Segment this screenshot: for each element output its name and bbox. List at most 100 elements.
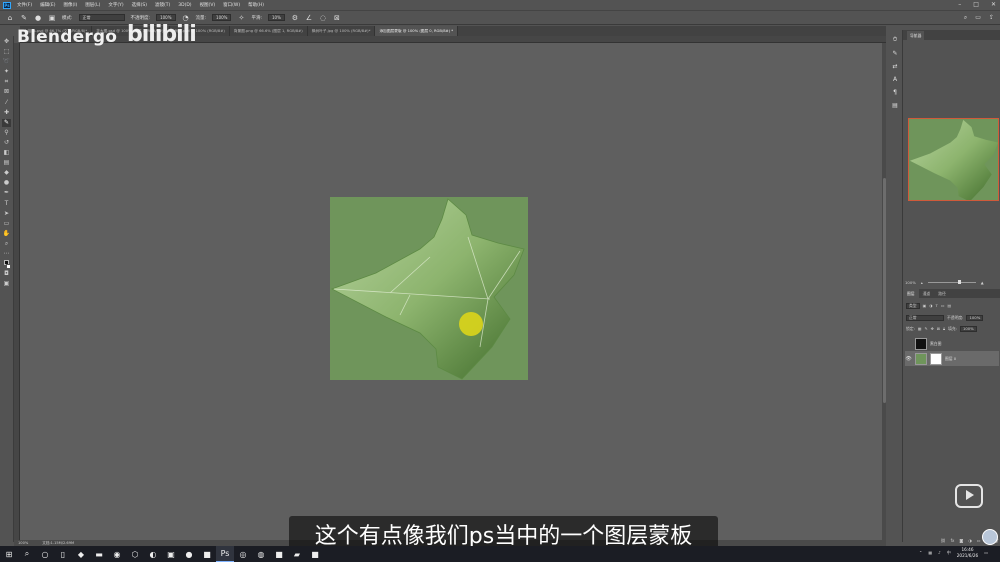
magic-wand-tool-icon[interactable]: ✦	[2, 68, 11, 77]
blur-tool-icon[interactable]: ◆	[2, 169, 11, 178]
navigator-zoom-slider[interactable]	[927, 280, 976, 284]
search-icon[interactable]: ⌕	[18, 546, 36, 562]
brush-tool-icon[interactable]: ✎	[20, 14, 28, 22]
status-zoom[interactable]: 100%	[18, 541, 28, 545]
menu-file[interactable]: 文件(F)	[17, 2, 32, 8]
tab-layers[interactable]: 图层	[903, 289, 919, 298]
brush-settings-icon[interactable]: ▣	[48, 14, 56, 22]
zoom-tool-icon[interactable]: ⌕	[2, 240, 11, 249]
search-icon[interactable]: ⌕	[964, 14, 967, 22]
menu-window[interactable]: 窗口(W)	[223, 2, 240, 8]
zoom-slider-knob[interactable]	[957, 280, 961, 284]
lasso-tool-icon[interactable]: ➰	[2, 58, 11, 67]
notification-icon[interactable]: ▭	[984, 550, 988, 555]
path-selection-tool-icon[interactable]: ➤	[2, 210, 11, 219]
taskbar-clock[interactable]: 16:46 2021/6/26	[957, 547, 978, 558]
blend-mode-select[interactable]: 正常	[906, 314, 944, 321]
home-icon[interactable]: ⌂	[6, 14, 14, 22]
new-group-icon[interactable]: ▭	[977, 538, 981, 544]
dodge-tool-icon[interactable]: ●	[2, 179, 11, 188]
maximize-icon[interactable]: □	[973, 0, 979, 10]
menu-filter[interactable]: 滤镜(T)	[155, 2, 170, 8]
close-icon[interactable]: ✕	[991, 0, 996, 10]
canvas-vertical-scrollbar[interactable]	[882, 43, 886, 540]
eyedropper-tool-icon[interactable]: ⁄	[2, 99, 11, 108]
screen-mode-icon[interactable]: ▣	[2, 280, 11, 289]
type-tool-icon[interactable]: T	[2, 200, 11, 209]
airbrush-icon[interactable]: ✧	[237, 14, 245, 22]
filter-adjust-icon[interactable]: ◑	[929, 303, 932, 308]
cortana-icon[interactable]: ○	[36, 546, 54, 562]
navigator-zoom-value[interactable]: 100%	[905, 280, 916, 285]
blender-icon[interactable]: ◐	[144, 546, 162, 562]
properties-panel-icon[interactable]: ▤	[892, 102, 898, 109]
menu-3d[interactable]: 3D(D)	[178, 3, 191, 8]
history-panel-icon[interactable]: ⏱	[893, 36, 898, 44]
workspace-icon[interactable]: ▭	[975, 14, 981, 22]
app-icon-2[interactable]: ⬡	[126, 546, 144, 562]
layer-mask-thumbnail[interactable]	[930, 352, 942, 365]
scrollbar-thumb[interactable]	[882, 178, 886, 403]
tray-chevron-icon[interactable]: ⌃	[919, 550, 922, 555]
photoshop-taskbar-icon[interactable]: Ps	[216, 546, 234, 562]
mode-select[interactable]: 正常	[78, 14, 125, 21]
zoom-in-icon[interactable]: ▲	[981, 280, 984, 285]
filter-shape-icon[interactable]: ▭	[941, 303, 945, 308]
layer-item-layer0[interactable]: 👁︎ 图层 0	[905, 351, 999, 366]
menu-help[interactable]: 帮助(H)	[248, 2, 264, 8]
brush-tool-icon-active[interactable]: ✎	[2, 118, 11, 128]
filter-smart-icon[interactable]: ▤	[947, 303, 951, 308]
angle-icon[interactable]: ∠	[305, 14, 313, 22]
zoom-out-icon[interactable]: ▴	[921, 280, 923, 285]
document-canvas[interactable]	[330, 197, 528, 380]
wechat-icon[interactable]: ◍	[252, 546, 270, 562]
lock-pixels-icon[interactable]: ▦	[918, 326, 922, 331]
symmetry-icon[interactable]: ⊠	[333, 14, 341, 22]
navigator-tab[interactable]: 导航器	[907, 31, 925, 40]
hand-tool-icon[interactable]: ✋	[2, 230, 11, 239]
menu-layer[interactable]: 图层(L)	[85, 2, 100, 8]
lock-position-icon[interactable]: ✥	[931, 326, 934, 331]
flow-field[interactable]: 100%	[212, 14, 232, 21]
menu-image[interactable]: 图像(I)	[63, 2, 77, 8]
chrome-icon[interactable]: ◉	[108, 546, 126, 562]
marquee-tool-icon[interactable]: ⬚	[2, 48, 11, 57]
layer-opacity-field[interactable]: 100%	[966, 314, 984, 321]
filter-pixel-icon[interactable]: ▣	[923, 303, 927, 308]
tab-paths[interactable]: 路径	[934, 289, 950, 298]
menu-edit[interactable]: 编辑(E)	[40, 2, 55, 8]
layer-kind-filter[interactable]: 类型	[906, 302, 920, 309]
volume-icon[interactable]: ♪	[938, 550, 941, 555]
navigator-thumbnail[interactable]	[908, 118, 999, 201]
app-icon-9[interactable]: ■	[306, 546, 324, 562]
app-icon-1[interactable]: ◆	[72, 546, 90, 562]
adjustment-layer-icon[interactable]: ◑	[968, 538, 972, 544]
pen-tool-icon[interactable]: ✒	[2, 189, 11, 198]
app-icon-8[interactable]: ▰	[288, 546, 306, 562]
lock-all-icon[interactable]: 🔒︎	[943, 326, 945, 331]
file-explorer-icon[interactable]: ▬	[90, 546, 108, 562]
input-method-icon[interactable]: 中	[947, 550, 951, 556]
tab-channels[interactable]: 通道	[919, 289, 935, 298]
background-color-swatch[interactable]	[6, 263, 11, 269]
rectangle-tool-icon[interactable]: ▭	[2, 220, 11, 229]
brush-settings-panel-icon[interactable]: ✎	[892, 50, 897, 57]
crop-tool-icon[interactable]: ⌗	[2, 78, 11, 87]
add-mask-icon[interactable]: ◙	[959, 538, 963, 544]
app-icon-5[interactable]: ■	[198, 546, 216, 562]
app-icon-4[interactable]: ●	[180, 546, 198, 562]
app-icon-6[interactable]: ◎	[234, 546, 252, 562]
photoshop-logo-icon[interactable]: Ps	[3, 1, 11, 9]
tab-doc-4[interactable]: 背景图.png @ 66.6% (图层 1, RGB/8#)	[230, 26, 308, 36]
adjustments-panel-icon[interactable]: ⇄	[892, 63, 897, 70]
share-icon[interactable]: ⇪	[989, 14, 994, 22]
minimize-icon[interactable]: –	[958, 0, 961, 10]
tab-doc-active[interactable]: 添加图层蒙版 @ 100% (图层 0, RGB/8#) *	[375, 26, 459, 36]
gradient-tool-icon[interactable]: ▤	[2, 159, 11, 168]
brush-preset-icon[interactable]: ●	[34, 14, 42, 22]
pressure-opacity-icon[interactable]: ◔	[182, 14, 190, 22]
quick-mask-icon[interactable]: ◘	[2, 270, 11, 279]
opacity-field[interactable]: 100%	[156, 14, 176, 21]
menu-view[interactable]: 视图(V)	[200, 2, 216, 8]
fill-field[interactable]: 100%	[959, 325, 977, 332]
